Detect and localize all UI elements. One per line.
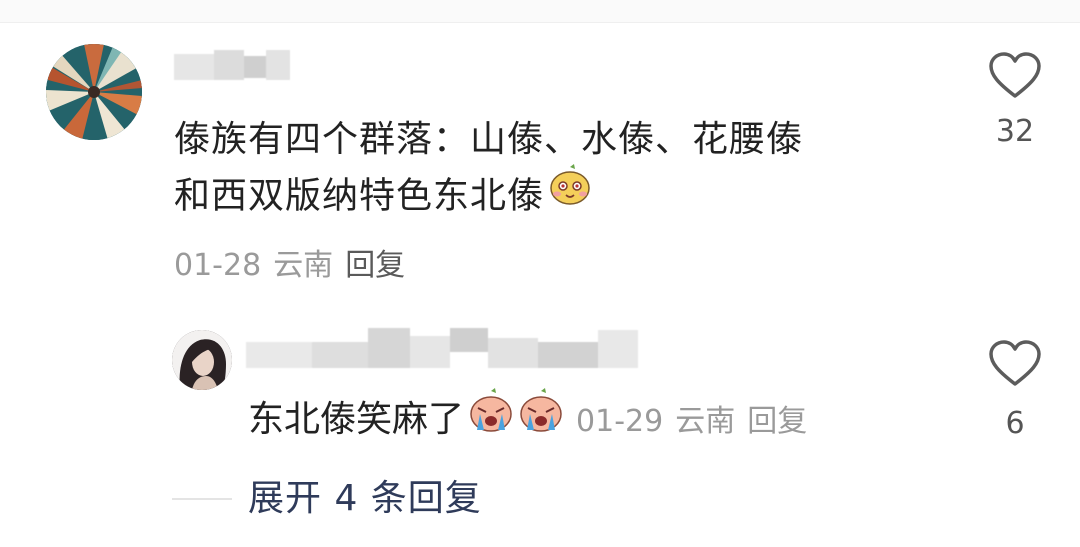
smiling-fruit-emoji-icon (548, 164, 592, 223)
comment-text: 傣族有四个群落：山傣、水傣、花腰傣 和西双版纳特色东北傣 (174, 112, 934, 227)
heart-icon[interactable] (988, 52, 1042, 100)
comment-meta: 01-28 云南 回复 (174, 240, 405, 284)
crying-fruit-emoji-icon (468, 388, 514, 446)
reply-like-button[interactable]: 6 (980, 340, 1050, 441)
reply-button[interactable]: 回复 (345, 248, 405, 283)
comment-text-line-2: 和西双版纳特色东北傣 (174, 164, 934, 227)
comment-text-line-1: 傣族有四个群落：山傣、水傣、花腰傣 (174, 119, 804, 160)
reply-location: 云南 (675, 404, 736, 439)
reply-row: 东北傣笑麻了 01-29 云南 回复 (248, 388, 807, 450)
heart-icon[interactable] (988, 340, 1042, 388)
reply-username-blurred[interactable] (246, 328, 638, 368)
avatar[interactable] (46, 44, 142, 140)
expand-divider (172, 498, 232, 500)
reply-avatar[interactable] (172, 330, 232, 390)
like-count: 32 (995, 114, 1035, 149)
like-button[interactable]: 32 (980, 52, 1050, 149)
top-divider (0, 0, 1080, 23)
username-blurred[interactable] (174, 50, 290, 80)
avatar-abstract-image (46, 44, 142, 140)
reply-reply-button[interactable]: 回复 (747, 404, 807, 439)
expand-replies-button[interactable]: 展开 4 条回复 (248, 474, 482, 524)
comment-location: 云南 (273, 248, 334, 283)
avatar-portrait-image (172, 330, 232, 390)
reply-like-count: 6 (1005, 406, 1025, 441)
reply-text: 东北傣笑麻了 (248, 399, 465, 440)
reply-date: 01-29 (576, 404, 664, 439)
comment-date: 01-28 (174, 248, 262, 283)
crying-fruit-emoji-icon (518, 388, 564, 446)
